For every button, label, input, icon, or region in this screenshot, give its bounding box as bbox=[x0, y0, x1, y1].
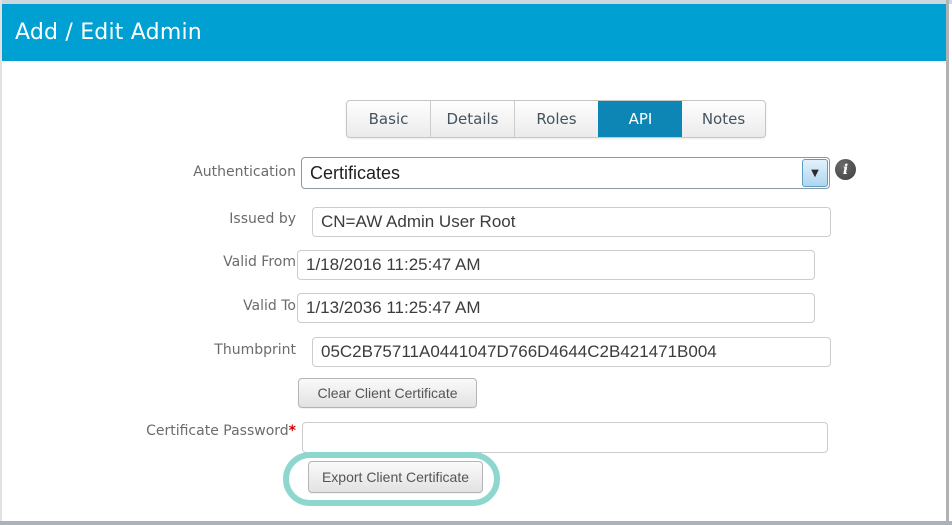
certificate-password-label: Certificate Password* bbox=[146, 423, 296, 439]
tab-basic[interactable]: Basic bbox=[347, 101, 430, 137]
issued-by-label: Issued by bbox=[229, 211, 296, 227]
info-icon[interactable]: i bbox=[835, 159, 856, 180]
chevron-down-icon[interactable]: ▼ bbox=[802, 159, 828, 187]
window-bottom-edge bbox=[0, 521, 952, 525]
authentication-select[interactable]: Certificates ▼ bbox=[301, 157, 830, 189]
page-title: Add / Edit Admin bbox=[15, 20, 202, 45]
clear-client-certificate-button[interactable]: Clear Client Certificate bbox=[298, 378, 477, 408]
tab-roles[interactable]: Roles bbox=[514, 101, 598, 137]
required-asterisk: * bbox=[288, 423, 296, 439]
valid-from-label: Valid From bbox=[223, 254, 296, 270]
tab-details[interactable]: Details bbox=[430, 101, 514, 137]
valid-to-label: Valid To bbox=[243, 298, 296, 314]
thumbprint-field[interactable] bbox=[312, 337, 831, 367]
window-left-edge bbox=[0, 0, 2, 525]
issued-by-field[interactable] bbox=[312, 207, 831, 237]
authentication-label: Authentication bbox=[193, 164, 296, 180]
window-right-edge bbox=[946, 0, 949, 525]
add-edit-admin-dialog: Add / Edit Admin Basic Details Roles API… bbox=[0, 0, 952, 525]
export-client-certificate-button[interactable]: Export Client Certificate bbox=[308, 461, 483, 493]
thumbprint-label: Thumbprint bbox=[214, 342, 296, 358]
tab-bar: Basic Details Roles API Notes bbox=[346, 100, 766, 138]
valid-to-field[interactable] bbox=[297, 293, 815, 323]
authentication-selected-value: Certificates bbox=[310, 162, 401, 183]
certificate-password-field[interactable] bbox=[302, 422, 828, 453]
tab-api[interactable]: API bbox=[598, 101, 682, 137]
tab-notes[interactable]: Notes bbox=[682, 101, 765, 137]
valid-from-field[interactable] bbox=[297, 250, 815, 280]
certificate-password-label-text: Certificate Password bbox=[146, 423, 289, 439]
dialog-header: Add / Edit Admin bbox=[2, 4, 946, 61]
